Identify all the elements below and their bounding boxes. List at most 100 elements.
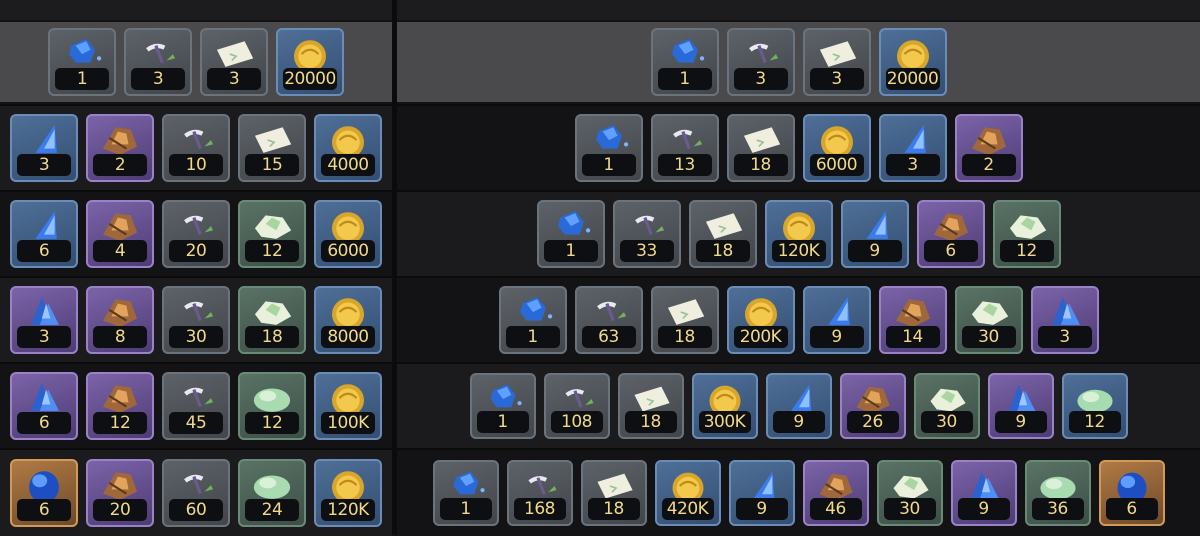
- reward-item[interactable]: 12: [238, 200, 306, 268]
- reward-item[interactable]: 9: [765, 373, 832, 439]
- item-count: 3: [885, 154, 940, 176]
- item-count: 6: [17, 412, 71, 434]
- item-count: 1: [581, 154, 636, 176]
- reward-item[interactable]: 1: [650, 28, 719, 96]
- right-header-band: [397, 0, 1200, 20]
- reward-item[interactable]: 6000: [802, 114, 871, 182]
- reward-item[interactable]: 3: [878, 114, 947, 182]
- item-count: 30: [920, 411, 973, 433]
- reward-item[interactable]: 8: [86, 286, 154, 354]
- item-count: 12: [245, 412, 299, 434]
- reward-item[interactable]: 200K: [726, 286, 795, 354]
- reward-item[interactable]: 1: [48, 28, 116, 96]
- reward-item[interactable]: 20: [86, 459, 154, 527]
- reward-item[interactable]: 6: [1098, 460, 1165, 526]
- left-header-row: 1 3 3 20000: [0, 22, 392, 102]
- reward-item[interactable]: 46: [802, 460, 869, 526]
- reward-item[interactable]: 33: [612, 200, 681, 268]
- reward-item[interactable]: 30: [913, 373, 980, 439]
- reward-item[interactable]: 20: [162, 200, 230, 268]
- reward-item[interactable]: 6: [10, 459, 78, 527]
- item-count: 1: [439, 498, 492, 520]
- reward-item[interactable]: 3: [1030, 286, 1099, 354]
- item-count: 120K: [321, 499, 375, 521]
- reward-item[interactable]: 24: [238, 459, 306, 527]
- right-row-3: 1 63 18 200K 9 14 30 3: [397, 276, 1200, 362]
- reward-item[interactable]: 12: [86, 372, 154, 440]
- reward-item[interactable]: 100K: [314, 372, 382, 440]
- reward-item[interactable]: 15: [238, 114, 306, 182]
- reward-item[interactable]: 18: [688, 200, 757, 268]
- reward-item[interactable]: 9: [728, 460, 795, 526]
- reward-item[interactable]: 120K: [314, 459, 382, 527]
- reward-item[interactable]: 9: [987, 373, 1054, 439]
- reward-item[interactable]: 10: [162, 114, 230, 182]
- item-count: 63: [581, 326, 636, 348]
- reward-item[interactable]: 18: [617, 373, 684, 439]
- reward-item[interactable]: 3: [10, 114, 78, 182]
- reward-item[interactable]: 4000: [314, 114, 382, 182]
- reward-item[interactable]: 6000: [314, 200, 382, 268]
- reward-item[interactable]: 300K: [691, 373, 758, 439]
- reward-item[interactable]: 9: [950, 460, 1017, 526]
- reward-item[interactable]: 6: [10, 372, 78, 440]
- reward-item[interactable]: 20000: [276, 28, 344, 96]
- reward-item[interactable]: 18: [238, 286, 306, 354]
- item-count: 18: [733, 154, 788, 176]
- right-row-1: 1 13 18 6000 3 2: [397, 104, 1200, 190]
- item-count: 3: [733, 68, 788, 90]
- reward-item[interactable]: 13: [650, 114, 719, 182]
- reward-item[interactable]: 4: [86, 200, 154, 268]
- reward-item[interactable]: 1: [432, 460, 499, 526]
- reward-item[interactable]: 18: [726, 114, 795, 182]
- right-row-4: 1 108 18 300K 9 26 30 9 12: [397, 362, 1200, 448]
- reward-item[interactable]: 1: [498, 286, 567, 354]
- reward-item[interactable]: 12: [992, 200, 1061, 268]
- item-count: 9: [735, 498, 788, 520]
- item-count: 3: [809, 68, 864, 90]
- reward-item[interactable]: 6: [10, 200, 78, 268]
- reward-item[interactable]: 30: [876, 460, 943, 526]
- reward-item[interactable]: 3: [10, 286, 78, 354]
- reward-item[interactable]: 30: [954, 286, 1023, 354]
- reward-item[interactable]: 63: [574, 286, 643, 354]
- item-count: 6: [1105, 498, 1158, 520]
- reward-item[interactable]: 14: [878, 286, 947, 354]
- reward-item[interactable]: 18: [580, 460, 647, 526]
- reward-item[interactable]: 60: [162, 459, 230, 527]
- reward-item[interactable]: 9: [802, 286, 871, 354]
- reward-item[interactable]: 30: [162, 286, 230, 354]
- reward-item[interactable]: 420K: [654, 460, 721, 526]
- item-count: 30: [883, 498, 936, 520]
- reward-item[interactable]: 45: [162, 372, 230, 440]
- reward-item[interactable]: 18: [650, 286, 719, 354]
- reward-item[interactable]: 12: [1061, 373, 1128, 439]
- reward-item[interactable]: 2: [86, 114, 154, 182]
- reward-item[interactable]: 1: [536, 200, 605, 268]
- reward-item[interactable]: 9: [840, 200, 909, 268]
- reward-item[interactable]: 3: [802, 28, 871, 96]
- reward-item[interactable]: 1: [469, 373, 536, 439]
- item-count: 46: [809, 498, 862, 520]
- item-count: 20000: [885, 68, 940, 90]
- item-count: 8000: [321, 326, 375, 348]
- item-count: 45: [169, 412, 223, 434]
- reward-item[interactable]: 1: [574, 114, 643, 182]
- reward-item[interactable]: 8000: [314, 286, 382, 354]
- left-row-5: 6 20 60 24 120K: [0, 448, 392, 536]
- reward-item[interactable]: 2: [954, 114, 1023, 182]
- item-count: 30: [961, 326, 1016, 348]
- reward-item[interactable]: 3: [726, 28, 795, 96]
- item-count: 1: [55, 68, 109, 90]
- reward-item[interactable]: 36: [1024, 460, 1091, 526]
- reward-item[interactable]: 120K: [764, 200, 833, 268]
- reward-item[interactable]: 3: [124, 28, 192, 96]
- reward-item[interactable]: 108: [543, 373, 610, 439]
- reward-item[interactable]: 3: [200, 28, 268, 96]
- item-count: 18: [245, 326, 299, 348]
- reward-item[interactable]: 26: [839, 373, 906, 439]
- reward-item[interactable]: 168: [506, 460, 573, 526]
- reward-item[interactable]: 20000: [878, 28, 947, 96]
- reward-item[interactable]: 6: [916, 200, 985, 268]
- reward-item[interactable]: 12: [238, 372, 306, 440]
